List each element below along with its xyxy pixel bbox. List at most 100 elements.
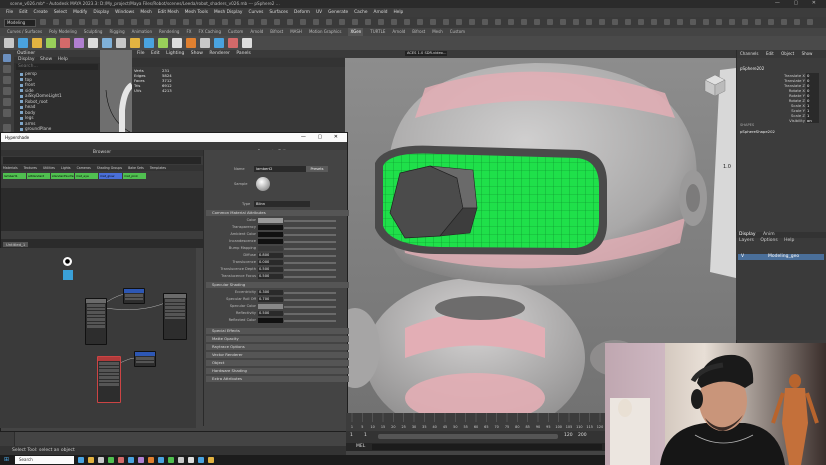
status-line-icon[interactable] — [495, 19, 501, 25]
paint-select-icon[interactable] — [3, 76, 11, 84]
rotate-tool-icon[interactable] — [3, 98, 11, 106]
side-viewport[interactable] — [100, 50, 132, 135]
menu-deform[interactable]: Deform — [294, 8, 310, 17]
shelf-tool-icon[interactable] — [88, 38, 98, 48]
status-line-icon[interactable] — [573, 19, 579, 25]
menu-help[interactable]: Help — [393, 8, 403, 17]
status-line-icon[interactable] — [768, 19, 774, 25]
texture-node-b[interactable] — [134, 351, 156, 367]
taskbar-app-icon[interactable] — [208, 457, 214, 463]
property-value-field[interactable]: 0.800 — [258, 253, 283, 258]
shelf-tab-10[interactable]: Bifrost — [270, 28, 283, 36]
menu-create[interactable]: Create — [34, 8, 48, 17]
window-controls[interactable]: — ▢ ✕ — [775, 0, 822, 6]
status-line-icon[interactable] — [703, 19, 709, 25]
status-line-icon[interactable] — [469, 19, 475, 25]
specular-slider[interactable] — [284, 320, 336, 322]
status-line-icon[interactable] — [183, 19, 189, 25]
status-line-icon[interactable] — [456, 19, 462, 25]
status-line-icon[interactable] — [53, 19, 59, 25]
panel-menu-file[interactable]: File — [137, 51, 145, 56]
shelf-tool-icon[interactable] — [200, 38, 210, 48]
menu-curves[interactable]: Curves — [248, 8, 263, 17]
property-value-field[interactable] — [258, 225, 283, 230]
shelf-tab-8[interactable]: Custom — [228, 28, 243, 36]
property-row[interactable]: Translucence 0.000 — [208, 260, 342, 265]
shelf-tool-icon[interactable] — [4, 38, 14, 48]
status-line-icon[interactable] — [339, 19, 345, 25]
time-slider[interactable]: 1 5 10 15 20 25 30 35 40 45 50 55 60 65 70 75 80 85 90 95 10… — [346, 413, 606, 431]
status-line-icon[interactable] — [625, 19, 631, 25]
shelf-tool-icon[interactable] — [74, 38, 84, 48]
property-slider[interactable] — [284, 255, 336, 257]
menu-mesh-display[interactable]: Mesh Display — [214, 8, 243, 17]
material-swatch[interactable]: mat_glow — [99, 173, 122, 179]
status-line-icon[interactable] — [326, 19, 332, 25]
cb-menu-channels[interactable]: Channels — [740, 51, 759, 56]
property-row[interactable]: Color — [208, 218, 342, 223]
status-line-icon[interactable] — [508, 19, 514, 25]
shelf-tab-16[interactable]: Bifrost — [412, 28, 425, 36]
node-graph[interactable]: ● — [0, 248, 196, 428]
move-tool-icon[interactable] — [3, 87, 11, 95]
status-line-icon[interactable] — [170, 19, 176, 25]
menu-edit-mesh[interactable]: Edit Mesh — [158, 8, 179, 17]
status-line-icon[interactable] — [417, 19, 423, 25]
status-line-icon[interactable] — [378, 19, 384, 25]
scale-tool-icon[interactable] — [3, 109, 11, 117]
status-line-icon[interactable] — [716, 19, 722, 25]
specular-slider[interactable] — [284, 299, 336, 301]
taskbar-app-icon[interactable] — [178, 457, 184, 463]
property-row[interactable]: Transparency — [208, 225, 342, 230]
outliner-menu-help[interactable]: Help — [58, 57, 68, 62]
status-line-icon[interactable] — [144, 19, 150, 25]
map-pin-icon[interactable]: ● — [63, 257, 72, 266]
outliner-item[interactable]: groundPlane — [14, 126, 100, 132]
specular-row[interactable]: Specular Roll Off 0.700 — [208, 297, 342, 302]
outliner-search[interactable]: Search... — [16, 64, 98, 70]
panel-menu-panels[interactable]: Panels — [236, 51, 250, 56]
property-value-field[interactable] — [258, 232, 283, 237]
material-swatch[interactable]: mat_pink — [123, 173, 146, 179]
status-line-icon[interactable] — [92, 19, 98, 25]
shelf-tab-4[interactable]: Animation — [132, 28, 152, 36]
menu-windows[interactable]: Windows — [115, 8, 134, 17]
status-line-icon[interactable] — [404, 19, 410, 25]
property-value-field[interactable]: 0.500 — [258, 274, 283, 279]
taskbar-app-icon[interactable] — [88, 457, 94, 463]
graph-tab[interactable]: Untitled_1 — [3, 242, 29, 247]
panel-menu-edit[interactable]: Edit — [151, 51, 160, 56]
shelf-tool-icon[interactable] — [158, 38, 168, 48]
browser-tab[interactable]: Textures — [24, 166, 37, 170]
menu-edit[interactable]: Edit — [19, 8, 27, 17]
status-line-icon[interactable] — [443, 19, 449, 25]
range-slider[interactable]: 1 1 120 200 — [346, 431, 606, 443]
status-line-icon[interactable] — [66, 19, 72, 25]
shelf-tool-icon[interactable] — [32, 38, 42, 48]
layer-menu-layers[interactable]: Layers — [739, 238, 754, 243]
browser-tab[interactable]: Shading Groups — [97, 166, 122, 170]
status-line-icon[interactable] — [781, 19, 787, 25]
select-tool-icon[interactable] — [3, 54, 11, 62]
shelf-tool-icon[interactable] — [228, 38, 238, 48]
range-end-alt[interactable]: 200 — [578, 433, 587, 438]
shelf-tool-icon[interactable] — [102, 38, 112, 48]
section-specular[interactable]: Specular Shading — [206, 282, 349, 288]
shelf-tab-7[interactable]: FX Caching — [199, 28, 221, 36]
status-line-icon[interactable] — [430, 19, 436, 25]
specular-value-field[interactable] — [258, 318, 283, 323]
panel-menu-lighting[interactable]: Lighting — [166, 51, 184, 56]
status-line-icon[interactable] — [664, 19, 670, 25]
menu-surfaces[interactable]: Surfaces — [269, 8, 288, 17]
browser-tab[interactable]: Bake Sets — [128, 166, 144, 170]
browser-tab[interactable]: Materials — [3, 166, 18, 170]
layer-row[interactable]: V Modeling_geo — [738, 254, 824, 260]
browser-tab[interactable]: Templates — [150, 166, 166, 170]
property-slider[interactable] — [284, 227, 336, 229]
status-line-icon[interactable] — [807, 19, 813, 25]
taskbar-app-icon[interactable] — [108, 457, 114, 463]
shelf-tab-12[interactable]: Motion Graphics — [309, 28, 342, 36]
status-line-icon[interactable] — [612, 19, 618, 25]
cb-attr-value[interactable]: on — [806, 118, 819, 123]
status-line-icon[interactable] — [521, 19, 527, 25]
